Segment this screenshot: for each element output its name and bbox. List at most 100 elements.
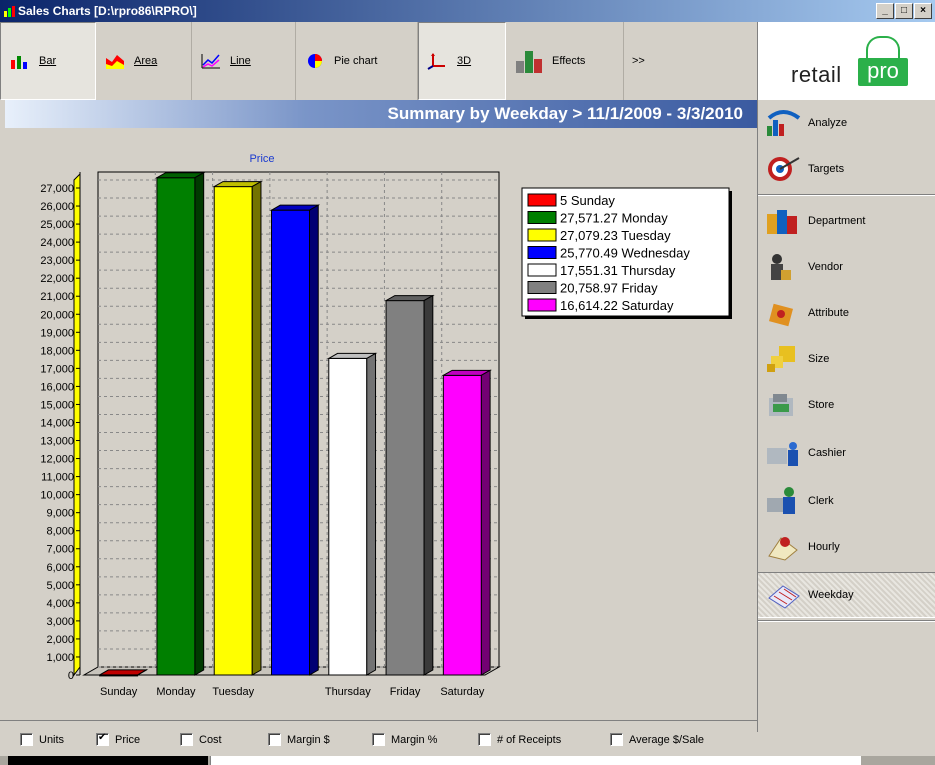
checkbox-box[interactable] (610, 733, 623, 746)
minimize-button[interactable]: _ (876, 3, 894, 19)
checkbox-label: Cost (199, 733, 222, 746)
y-tick-label: 27,000 (40, 183, 74, 195)
y-tick-label: 14,000 (40, 417, 74, 429)
3d-axes-icon (427, 53, 445, 70)
checkbox-box[interactable] (478, 733, 491, 746)
taskbar-block (8, 756, 208, 765)
x-tick-label: Monday (156, 686, 196, 698)
checkbox-box[interactable] (96, 732, 109, 746)
sidebar-item-cashier[interactable]: Cashier (758, 430, 935, 476)
sidebar-item-label: Hourly (808, 541, 840, 553)
maximize-button[interactable]: □ (895, 3, 913, 19)
checkbox-box[interactable] (268, 733, 281, 746)
logo-pro-text: pro (858, 58, 908, 86)
pie-chart-button[interactable]: Pie chart (296, 22, 418, 100)
checkbox-cost[interactable]: Cost (180, 733, 222, 746)
weekday-icon (768, 585, 800, 609)
x-tick-label: Friday (390, 686, 421, 698)
3d-button[interactable]: 3D (418, 22, 506, 100)
plot-sidewall (73, 172, 81, 677)
checkbox-margin[interactable]: Margin $ (268, 733, 330, 746)
checkbox-price[interactable]: Price (96, 732, 140, 746)
checkbox-label: Units (39, 733, 65, 746)
y-tick-label: 4,000 (46, 598, 74, 610)
y-tick-label: 7,000 (46, 544, 74, 556)
bar-side-tuesday (251, 180, 262, 676)
legend-entry: 5 Sunday (560, 193, 615, 208)
y-tick-label: 8,000 (46, 526, 74, 538)
bar-top-wednesday (269, 204, 321, 211)
sidebar-item-clerk[interactable]: Clerk (758, 478, 935, 524)
bar-sunday (99, 674, 139, 677)
checkbox-box[interactable] (20, 733, 33, 746)
area-chart-button[interactable]: Area (96, 22, 192, 100)
pie-label: Pie chart (334, 55, 378, 67)
effects-button[interactable]: Effects (506, 22, 624, 100)
checkbox-average-sale[interactable]: Average $/Sale (610, 733, 704, 746)
close-button[interactable]: × (914, 3, 932, 19)
legend-box (521, 187, 730, 317)
line-chart-button[interactable]: Line (192, 22, 296, 100)
sidebar-item-hourly[interactable]: Hourly (758, 524, 935, 570)
bar-chart-button[interactable]: Bar (0, 22, 96, 100)
checkbox-margin[interactable]: Margin % (372, 733, 437, 746)
window-title: Sales Charts [D:\rpro86\RPRO\] (18, 4, 197, 18)
department-icon (767, 210, 797, 234)
size-icon (767, 346, 795, 372)
sidebar-item-vendor[interactable]: Vendor (758, 244, 935, 290)
bar-side-thursday (366, 352, 377, 676)
sidebar-item-label: Cashier (808, 447, 846, 459)
bar-top-tuesday (212, 181, 263, 188)
legend-shadow (525, 191, 732, 319)
sidebar-item-label: Vendor (808, 261, 843, 273)
pie-chart-icon (308, 54, 322, 68)
sidebar-divider (758, 194, 935, 196)
sidebar-item-attribute[interactable]: Attribute (758, 290, 935, 336)
more-button[interactable]: >> (624, 22, 757, 100)
legend-entry: 25,770.49 Wednesday (560, 246, 690, 261)
y-tick-label: 3,000 (46, 616, 74, 628)
taskbar-window (210, 756, 861, 765)
sidebar-item-label: Department (808, 215, 866, 227)
legend-entry: 20,758.97 Friday (560, 281, 658, 296)
cashier-icon (767, 442, 798, 466)
checkbox-box[interactable] (180, 733, 193, 746)
sidebar-item-weekday[interactable]: Weekday (758, 572, 935, 618)
analyze-icon (767, 110, 801, 136)
line-label: Line (230, 55, 251, 67)
bar-top-sunday (97, 669, 149, 676)
sidebar-item-label: Store (808, 399, 835, 411)
y-tick-label: 25,000 (40, 219, 74, 231)
sidebar-item-label: Weekday (808, 589, 854, 601)
sidebar-item-label: Analyze (808, 117, 848, 129)
checkbox-units[interactable]: Units (20, 733, 64, 746)
sidebar-item-department[interactable]: Department (758, 198, 935, 244)
bar-chart[interactable]: 0 1,000 2,000 3,000 4,000 5,000 6,000 7,000 8,00… (0, 100, 757, 720)
sidebar-item-store[interactable]: Store (758, 382, 935, 428)
sidebar-item-analyze[interactable]: Analyze (758, 100, 935, 146)
area-label: Area (134, 55, 158, 67)
legend-swatch (527, 246, 557, 259)
x-tick-label: Sunday (100, 686, 138, 698)
legend-entry: 27,571.27 Monday (560, 211, 668, 226)
chart-pane: Summary by Weekday > 11/1/2009 - 3/3/201… (0, 100, 757, 720)
checkbox-box[interactable] (372, 733, 385, 746)
y-tick-label: 0 (68, 670, 74, 682)
legend-swatch (527, 211, 557, 224)
sidebar-item-label: Size (808, 353, 830, 365)
legend-swatch (527, 281, 557, 294)
y-tick-label: 13,000 (40, 436, 74, 448)
y-tick-label: 12,000 (40, 454, 74, 466)
checkbox-of-receipts[interactable]: # of Receipts (478, 733, 561, 746)
y-tick-label: 2,000 (46, 634, 74, 646)
y-tick-label: 15,000 (40, 399, 74, 411)
effects-icon (516, 51, 542, 73)
y-tick-label: 24,000 (40, 237, 74, 249)
sidebar-item-targets[interactable]: Targets (758, 146, 935, 192)
bar-top-monday (155, 172, 206, 179)
app-icon (4, 6, 15, 17)
checkbox-label: # of Receipts (497, 733, 562, 746)
sidebar-item-size[interactable]: Size (758, 336, 935, 382)
effects-label: Effects (552, 55, 586, 67)
y-tick-label: 22,000 (40, 273, 74, 285)
